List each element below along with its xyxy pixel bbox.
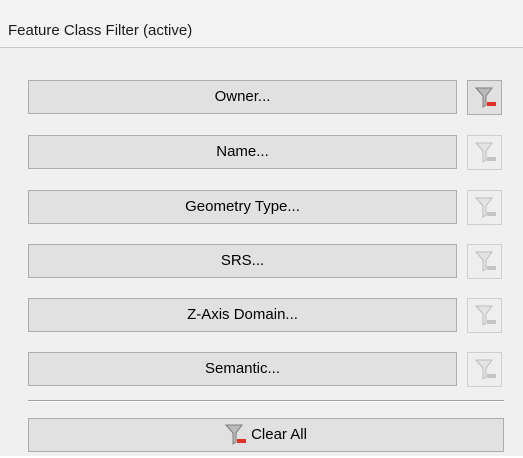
name-clear-button[interactable] <box>467 135 502 170</box>
owner-filter-button[interactable]: Owner... <box>28 80 457 114</box>
separator <box>28 400 504 402</box>
owner-clear-button[interactable] <box>467 80 502 115</box>
filter-clear-icon <box>475 305 496 326</box>
panel-title: Feature Class Filter (active) <box>8 22 193 39</box>
filter-clear-icon <box>225 424 247 445</box>
geometry-type-filter-button[interactable]: Geometry Type... <box>28 190 457 224</box>
filter-clear-icon <box>475 197 496 218</box>
semantic-filter-button[interactable]: Semantic... <box>28 352 457 386</box>
clear-all-label: Clear All <box>251 426 307 443</box>
z-axis-domain-filter-button[interactable]: Z-Axis Domain... <box>28 298 457 332</box>
semantic-clear-button[interactable] <box>467 352 502 387</box>
geometry-type-clear-button[interactable] <box>467 190 502 225</box>
filter-clear-icon <box>475 359 496 380</box>
filter-clear-icon <box>475 87 496 108</box>
name-filter-button[interactable]: Name... <box>28 135 457 169</box>
srs-clear-button[interactable] <box>467 244 502 279</box>
clear-all-button[interactable]: Clear All <box>28 418 504 452</box>
srs-filter-button[interactable]: SRS... <box>28 244 457 278</box>
filter-clear-icon <box>475 251 496 272</box>
z-axis-domain-clear-button[interactable] <box>467 298 502 333</box>
panel-header: Feature Class Filter (active) <box>0 0 523 48</box>
filter-clear-icon <box>475 142 496 163</box>
clear-all-content: Clear All <box>225 419 307 451</box>
feature-class-filter-panel: Feature Class Filter (active) Owner... N… <box>0 0 523 456</box>
